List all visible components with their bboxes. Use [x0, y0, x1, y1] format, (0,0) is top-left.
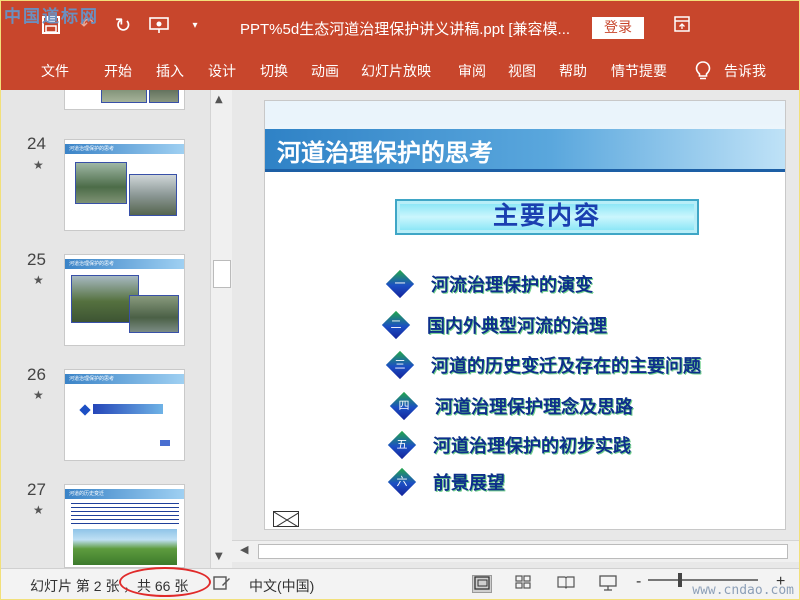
thumb-photo — [129, 295, 179, 333]
slide-number: 27 — [27, 480, 46, 499]
thumb-title-bar: 河道治理保护的思考 — [65, 144, 184, 154]
tab-insert[interactable]: 插入 — [156, 61, 184, 81]
lightbulb-icon[interactable] — [694, 60, 712, 82]
tab-storyboarding[interactable]: 情节提要 — [611, 61, 667, 81]
diamond-bullet-icon: 二 — [381, 310, 411, 340]
thumb-photo — [75, 162, 127, 204]
ribbon-display-icon[interactable] — [672, 16, 692, 36]
slide-sorter-icon[interactable] — [513, 575, 533, 593]
dropdown-icon[interactable]: ▾ — [184, 14, 206, 36]
slide-thumbnail-pane: 24 ★ 河道治理保护的思考 25 ★ 河道治理保护的思考 26 ★ 河道治理保… — [0, 90, 210, 568]
tab-transitions[interactable]: 切换 — [260, 61, 288, 81]
thumb-title-bar: 河道治理保护的思考 — [65, 374, 184, 384]
slide-number: 24 — [27, 134, 46, 153]
thumb-bullet — [79, 404, 91, 416]
slide-thumbnail-23[interactable] — [64, 90, 185, 110]
thumb-title: 河道治理保护的思考 — [69, 146, 115, 152]
slide-thumbnail-26[interactable]: 河道治理保护的思考 — [64, 369, 185, 461]
slide-number: 26 — [27, 365, 46, 384]
language[interactable]: 中文(中国) — [249, 576, 314, 596]
slide-number: 25 — [27, 250, 46, 269]
scroll-track[interactable] — [258, 544, 788, 559]
tab-review[interactable]: 审阅 — [458, 61, 486, 81]
scroll-handle[interactable] — [213, 260, 231, 288]
thumb-photo — [101, 90, 147, 103]
reading-view-icon[interactable] — [556, 575, 576, 593]
thumb-photo — [149, 90, 179, 103]
horizontal-scrollbar[interactable]: ◀ — [232, 540, 800, 562]
main-heading-box: 主要内容 — [395, 199, 699, 235]
tab-home[interactable]: 开始 — [104, 61, 132, 81]
scroll-up-icon[interactable]: ▲ — [215, 94, 223, 105]
tab-tell-me[interactable]: 告诉我 — [724, 61, 766, 81]
animation-star-icon: ★ — [33, 388, 44, 402]
thumb-title: 河道治理保护的思考 — [69, 376, 115, 382]
zoom-slider-track[interactable] — [648, 579, 758, 581]
thumb-photo — [129, 174, 177, 216]
thumbnail-scrollbar[interactable]: ▲ ▼ — [210, 90, 232, 568]
content-item-2: 二 国内外典型河流的治理 — [381, 310, 607, 340]
tab-view[interactable]: 视图 — [508, 61, 536, 81]
diamond-bullet-icon: 三 — [385, 350, 415, 380]
current-slide[interactable]: 河道治理保护的思考 主要内容 一 河流治理保护的演变 二 国内外典型河流的治理 … — [264, 100, 786, 530]
thumb-text-lines — [71, 503, 179, 525]
thumb-title-bar: 河道的历史变迁 — [65, 489, 184, 499]
main-heading: 主要内容 — [492, 201, 601, 230]
animation-star-icon: ★ — [33, 158, 44, 172]
tab-animations[interactable]: 动画 — [311, 61, 339, 81]
tab-design[interactable]: 设计 — [208, 61, 236, 81]
tab-slideshow[interactable]: 幻灯片放映 — [361, 61, 431, 81]
thumb-photo — [73, 529, 177, 565]
scroll-left-icon[interactable]: ◀ — [240, 543, 248, 556]
document-title: PPT%5d生态河道治理保护讲义讲稿.ppt [兼容模... — [240, 21, 571, 38]
tab-help[interactable]: 帮助 — [559, 61, 587, 81]
content-item-text: 河道的历史变迁及存在的主要问题 — [431, 356, 701, 377]
title-bar: ↶ ↻ ▾ PPT%5d生态河道治理保护讲义讲稿.ppt [兼容模... 登录 — [0, 0, 800, 52]
diamond-bullet-icon: 五 — [387, 430, 417, 460]
content-item-1: 一 河流治理保护的演变 — [385, 269, 593, 299]
thumb-nav-mark — [160, 440, 170, 446]
slide-title: 河道治理保护的思考 — [277, 139, 493, 167]
envelope-icon[interactable] — [273, 511, 299, 527]
thumb-title: 河道治理保护的思考 — [69, 261, 115, 267]
slideshow-icon[interactable] — [148, 14, 170, 36]
title-rule — [265, 169, 785, 172]
slideshow-view-icon[interactable] — [598, 575, 618, 593]
slide-thumbnail-25[interactable]: 河道治理保护的思考 — [64, 254, 185, 346]
content-item-3: 三 河道的历史变迁及存在的主要问题 — [385, 350, 701, 380]
content-item-5: 五 河道治理保护的初步实践 — [387, 430, 631, 460]
content-item-text: 国内外典型河流的治理 — [427, 316, 607, 337]
ribbon-tabs: 文件 开始 插入 设计 切换 动画 幻灯片放映 审阅 视图 帮助 情节提要 告诉… — [0, 52, 800, 90]
content-item-text: 前景展望 — [433, 473, 505, 494]
redo-icon[interactable]: ↻ — [112, 13, 134, 37]
slide-thumbnail-27[interactable]: 河道的历史变迁 — [64, 484, 185, 568]
normal-view-icon[interactable] — [472, 575, 492, 593]
content-item-text: 河道治理保护的初步实践 — [433, 436, 631, 457]
login-button[interactable]: 登录 — [592, 17, 644, 39]
notes-icon[interactable] — [212, 575, 232, 593]
animation-star-icon: ★ — [33, 273, 44, 287]
zoom-out-button[interactable]: - — [636, 573, 641, 591]
diamond-bullet-icon: 六 — [387, 467, 417, 497]
content-item-6: 六 前景展望 — [387, 467, 505, 497]
slide-info: 幻灯片 第 2 张 — [30, 578, 120, 594]
content-item-4: 四 河道治理保护理念及思路 — [389, 391, 633, 421]
thumb-title: 河道的历史变迁 — [69, 491, 105, 497]
thumb-title-bar: 河道治理保护的思考 — [65, 259, 184, 269]
thumb-text-bar — [93, 404, 163, 414]
diamond-bullet-icon: 四 — [389, 391, 419, 421]
diamond-bullet-icon: 一 — [385, 269, 415, 299]
watermark-url: www.cndao.com — [692, 583, 794, 598]
zoom-slider-handle[interactable] — [678, 573, 682, 587]
content-item-text: 河道治理保护理念及思路 — [435, 397, 633, 418]
tab-file[interactable]: 文件 — [41, 61, 69, 81]
watermark-text: 中国道标网 — [4, 7, 99, 27]
slide-thumbnail-24[interactable]: 河道治理保护的思考 — [64, 139, 185, 231]
highlight-annotation — [119, 567, 211, 597]
animation-star-icon: ★ — [33, 503, 44, 517]
scroll-down-icon[interactable]: ▼ — [215, 551, 223, 562]
content-item-text: 河流治理保护的演变 — [431, 275, 593, 296]
